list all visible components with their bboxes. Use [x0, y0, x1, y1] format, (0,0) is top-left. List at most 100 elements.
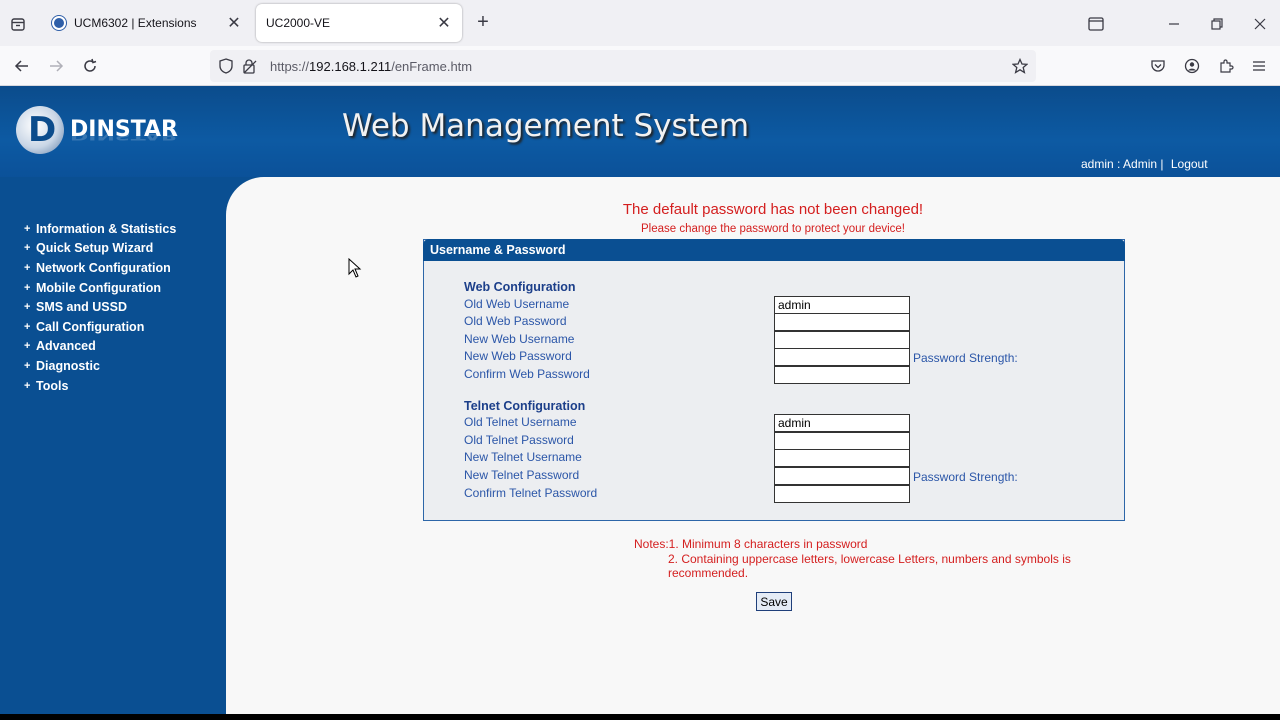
save-button[interactable]: Save [756, 592, 792, 611]
plus-icon: + [24, 379, 31, 392]
tab-list-icon[interactable] [6, 12, 30, 36]
minimize-icon[interactable] [1162, 12, 1186, 36]
page-header: D DINSTAR DINSTAR Web Management System … [0, 86, 1280, 177]
mouse-cursor-icon [348, 258, 362, 278]
old-telnet-password-label: Old Telnet Password [464, 433, 574, 447]
close-tab-icon[interactable]: ✕ [226, 13, 242, 33]
sidebar-item-label: SMS and USSD [36, 300, 127, 315]
old-web-password-input[interactable] [774, 313, 910, 331]
address-bar[interactable]: https://192.168.1.211/enFrame.htm [210, 50, 1036, 82]
plus-icon: + [24, 242, 31, 255]
new-web-password-input[interactable] [774, 348, 910, 366]
new-telnet-password-input[interactable] [774, 467, 910, 485]
url-path: /enFrame.htm [391, 58, 473, 74]
sidebar-item-advanced[interactable]: + Advanced [24, 337, 176, 357]
plus-icon: + [24, 222, 31, 235]
web-config-title: Web Configuration [464, 280, 576, 294]
panel-title: Username & Password [423, 239, 1125, 261]
warning-title: The default password has not been change… [622, 201, 924, 218]
screen-bottom-edge [0, 714, 1280, 720]
restore-icon[interactable] [1205, 12, 1229, 36]
close-tab-icon[interactable]: ✕ [436, 13, 452, 33]
new-telnet-password-label: New Telnet Password [464, 468, 580, 482]
telnet-password-strength: Password Strength: [913, 470, 1018, 484]
user-label: admin : Admin | [1081, 157, 1164, 171]
tab-title: UCM6302 | Extensions [74, 16, 197, 30]
notes-line-1: Notes:1. Minimum 8 characters in passwor… [634, 537, 868, 551]
extensions-puzzle-icon[interactable] [1216, 56, 1236, 76]
username-password-panel: Username & Password Web Configuration Ol… [423, 239, 1125, 521]
new-web-password-label: New Web Password [464, 349, 572, 363]
new-web-username-label: New Web Username [464, 332, 575, 346]
plus-icon: + [24, 340, 31, 353]
forward-arrow-icon[interactable] [44, 54, 68, 78]
sidebar-item-label: Quick Setup Wizard [36, 241, 154, 256]
url-text[interactable]: https://192.168.1.211/enFrame.htm [270, 59, 472, 74]
web-password-strength: Password Strength: [913, 351, 1018, 365]
close-window-icon[interactable] [1248, 12, 1272, 36]
sidebar-item-label: Diagnostic [36, 358, 100, 373]
confirm-web-password-input[interactable] [774, 366, 910, 384]
url-host: 192.168.1.211 [309, 58, 392, 74]
sidebar-item-sms-ussd[interactable]: + SMS and USSD [24, 297, 176, 317]
sidebar-item-label: Call Configuration [36, 319, 145, 334]
logout-link[interactable]: Logout [1171, 157, 1208, 171]
plus-icon: + [24, 301, 31, 314]
sidebar-item-mobile-configuration[interactable]: + Mobile Configuration [24, 278, 176, 298]
old-telnet-username-input[interactable] [774, 414, 910, 432]
sidebar-item-quick-setup-wizard[interactable]: + Quick Setup Wizard [24, 239, 176, 259]
sidebar-item-information-statistics[interactable]: + Information & Statistics [24, 219, 176, 239]
main-content: The default password has not been change… [226, 177, 1280, 714]
sidebar: + Information & Statistics + Quick Setup W… [0, 177, 226, 714]
bookmark-star-icon[interactable] [1012, 58, 1028, 74]
plus-icon: + [24, 261, 31, 274]
old-web-username-label: Old Web Username [464, 297, 570, 311]
sidebar-item-diagnostic[interactable]: + Diagnostic [24, 356, 176, 376]
dinstar-logo: D DINSTAR DINSTAR [14, 104, 184, 164]
plus-icon: + [24, 320, 31, 333]
lock-warning-icon[interactable] [242, 58, 258, 74]
picture-in-picture-icon[interactable] [1084, 12, 1108, 36]
menu-hamburger-icon[interactable] [1249, 56, 1269, 76]
old-web-password-label: Old Web Password [464, 314, 567, 328]
sidebar-item-label: Tools [36, 378, 69, 393]
new-telnet-username-input[interactable] [774, 449, 910, 467]
new-tab-plus-icon[interactable]: + [472, 12, 494, 34]
sidebar-item-call-configuration[interactable]: + Call Configuration [24, 317, 176, 337]
tab-title: UC2000-VE [266, 16, 331, 30]
old-telnet-username-label: Old Telnet Username [464, 415, 577, 429]
sidebar-item-label: Advanced [36, 339, 96, 354]
confirm-web-password-label: Confirm Web Password [464, 367, 590, 381]
plus-icon: + [24, 359, 31, 372]
sidebar-item-tools[interactable]: + Tools [24, 376, 176, 396]
sidebar-item-network-configuration[interactable]: + Network Configuration [24, 258, 176, 278]
page-title: Web Management System [342, 108, 750, 144]
logo-reflection: DINSTAR [70, 129, 178, 143]
sidebar-item-label: Information & Statistics [36, 221, 177, 236]
notes-line-2: 2. Containing uppercase letters, lowerca… [668, 551, 1071, 581]
telnet-config-title: Telnet Configuration [464, 399, 586, 413]
old-telnet-password-input[interactable] [774, 432, 910, 450]
confirm-telnet-password-input[interactable] [774, 485, 910, 503]
sidebar-item-label: Network Configuration [36, 260, 171, 275]
sidebar-item-label: Mobile Configuration [36, 280, 161, 295]
account-icon[interactable] [1182, 56, 1202, 76]
new-web-username-input[interactable] [774, 331, 910, 349]
browser-nav-bar: https://192.168.1.211/enFrame.htm [0, 46, 1280, 86]
warning-subtitle: Please change the password to protect yo… [640, 223, 906, 235]
browser-tab-bar: UCM6302 | Extensions ✕ UC2000-VE ✕ + [0, 0, 1280, 46]
pocket-icon[interactable] [1148, 56, 1168, 76]
shield-icon[interactable] [218, 58, 234, 74]
user-info: admin : Admin | Logout [1081, 157, 1212, 171]
back-arrow-icon[interactable] [10, 54, 34, 78]
old-web-username-input[interactable] [774, 296, 910, 314]
tab-ucm6302-extensions[interactable]: UCM6302 | Extensions ✕ [42, 4, 252, 42]
new-telnet-username-label: New Telnet Username [464, 450, 582, 464]
ucm-favicon-icon [52, 16, 66, 30]
password-notes: Notes:1. Minimum 8 characters in passwor… [634, 537, 1074, 581]
logo-letter: D [28, 110, 57, 150]
reload-icon[interactable] [78, 54, 102, 78]
plus-icon: + [24, 281, 31, 294]
confirm-telnet-password-label: Confirm Telnet Password [464, 486, 598, 500]
tab-uc2000-ve[interactable]: UC2000-VE ✕ [256, 4, 462, 42]
